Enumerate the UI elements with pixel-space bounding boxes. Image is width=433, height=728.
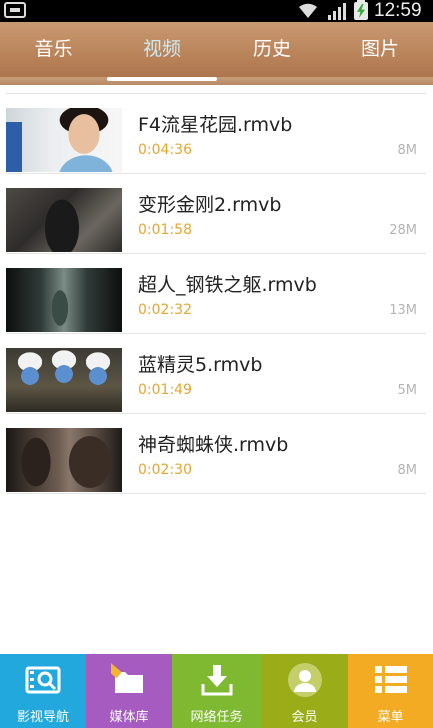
video-size: 28M [389,223,417,238]
video-duration: 0:04:36 [138,142,192,158]
active-tab-indicator [107,77,217,81]
video-thumbnail [6,268,122,332]
tab-music[interactable]: 音乐 [0,22,107,77]
video-thumbnail [6,188,122,252]
video-title: 变形金刚2.rmvb [138,194,282,216]
video-thumbnail [6,428,122,492]
video-item[interactable]: 超人_钢铁之躯.rmvb 0:02:32 13M [0,254,433,334]
video-list: F4流星花园.rmvb 0:04:36 8M 变形金刚2.rmvb 0:01:5… [0,94,433,494]
video-duration: 0:02:30 [138,462,192,478]
status-time: 12:59 [374,0,422,21]
video-item[interactable]: 神奇蜘蛛侠.rmvb 0:02:30 8M [0,414,433,494]
nav-menu-button[interactable]: 菜单 [348,654,433,728]
nav-member-button[interactable]: 会员 [261,654,348,728]
video-title: 超人_钢铁之躯.rmvb [138,274,317,296]
video-item[interactable]: 变形金刚2.rmvb 0:01:58 28M [0,174,433,254]
bottom-navigation: 影视导航 媒体库 网络任务 会员 菜单 [0,654,433,728]
nav-media-library-button[interactable]: 媒体库 [86,654,172,728]
wifi-icon [299,3,317,19]
video-duration: 0:01:58 [138,222,192,238]
video-duration: 0:02:32 [138,302,192,318]
video-title: 神奇蜘蛛侠.rmvb [138,434,289,456]
video-size: 13M [389,303,417,318]
video-duration: 0:01:49 [138,382,192,398]
video-thumbnail [6,108,122,172]
video-size: 5M [397,383,418,398]
nav-label: 媒体库 [109,710,149,725]
video-item[interactable]: 蓝精灵5.rmvb 0:01:49 5M [0,334,433,414]
nav-label: 菜单 [377,710,404,725]
tab-bar: 音乐 视频 历史 图片 [0,22,433,85]
menu-list-icon [374,666,407,693]
status-bar: 12:59 [0,0,433,22]
video-title: F4流星花园.rmvb [138,114,293,136]
tab-pictures[interactable]: 图片 [327,22,433,77]
signal-icon [328,3,346,20]
nav-label: 影视导航 [16,710,69,725]
nav-label: 网络任务 [190,710,243,725]
tab-history[interactable]: 历史 [217,22,327,77]
nav-network-tasks-button[interactable]: 网络任务 [172,654,261,728]
video-title: 蓝精灵5.rmvb [138,354,263,376]
battery-charging-icon [354,0,368,20]
nav-film-guide-button[interactable]: 影视导航 [0,654,86,728]
download-icon [201,665,232,696]
nav-label: 会员 [291,710,318,725]
screen-icon [4,2,26,18]
video-size: 8M [397,143,418,158]
video-item[interactable]: F4流星花园.rmvb 0:04:36 8M [0,94,433,174]
media-library-folder-icon [111,662,143,693]
tab-video[interactable]: 视频 [107,22,217,77]
member-icon [287,663,322,697]
film-navigation-icon [25,666,61,694]
video-thumbnail [6,348,122,412]
video-size: 8M [397,463,418,478]
